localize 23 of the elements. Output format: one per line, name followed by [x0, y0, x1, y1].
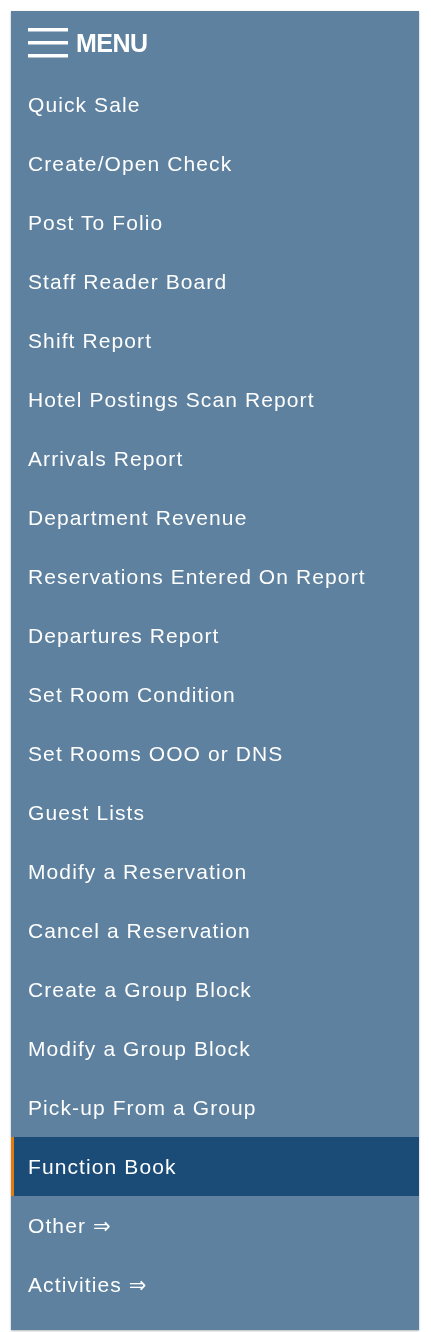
menu-item[interactable]: Create a Group Block [11, 960, 419, 1019]
menu-item[interactable]: Set Rooms OOO or DNS [11, 724, 419, 783]
menu-item[interactable]: Cancel a Reservation [11, 901, 419, 960]
menu-item[interactable]: Hotel Postings Scan Report [11, 370, 419, 429]
menu-item[interactable]: Other ⇒ [11, 1196, 419, 1255]
menu-item[interactable]: Modify a Group Block [11, 1019, 419, 1078]
menu-item[interactable]: Arrivals Report [11, 429, 419, 488]
menu-item[interactable]: Departures Report [11, 606, 419, 665]
menu-item[interactable]: Activities ⇒ [11, 1255, 419, 1314]
menu-item[interactable]: Department Revenue [11, 488, 419, 547]
menu-item[interactable]: Reservations Entered On Report [11, 547, 419, 606]
menu-item[interactable]: Create/Open Check [11, 134, 419, 193]
menu-item[interactable]: Modify a Reservation [11, 842, 419, 901]
menu-item[interactable]: Post To Folio [11, 193, 419, 252]
menu-item[interactable]: Pick-up From a Group [11, 1078, 419, 1137]
menu-item[interactable]: Guest Lists [11, 783, 419, 842]
menu-item[interactable]: Quick Sale [11, 75, 419, 134]
menu-title: MENU [76, 28, 148, 58]
menu-item[interactable]: Function Book [11, 1137, 419, 1196]
menu-item[interactable]: Staff Reader Board [11, 252, 419, 311]
menu-icon[interactable] [28, 28, 68, 58]
menu-item[interactable]: Shift Report [11, 311, 419, 370]
menu-item[interactable]: Set Room Condition [11, 665, 419, 724]
